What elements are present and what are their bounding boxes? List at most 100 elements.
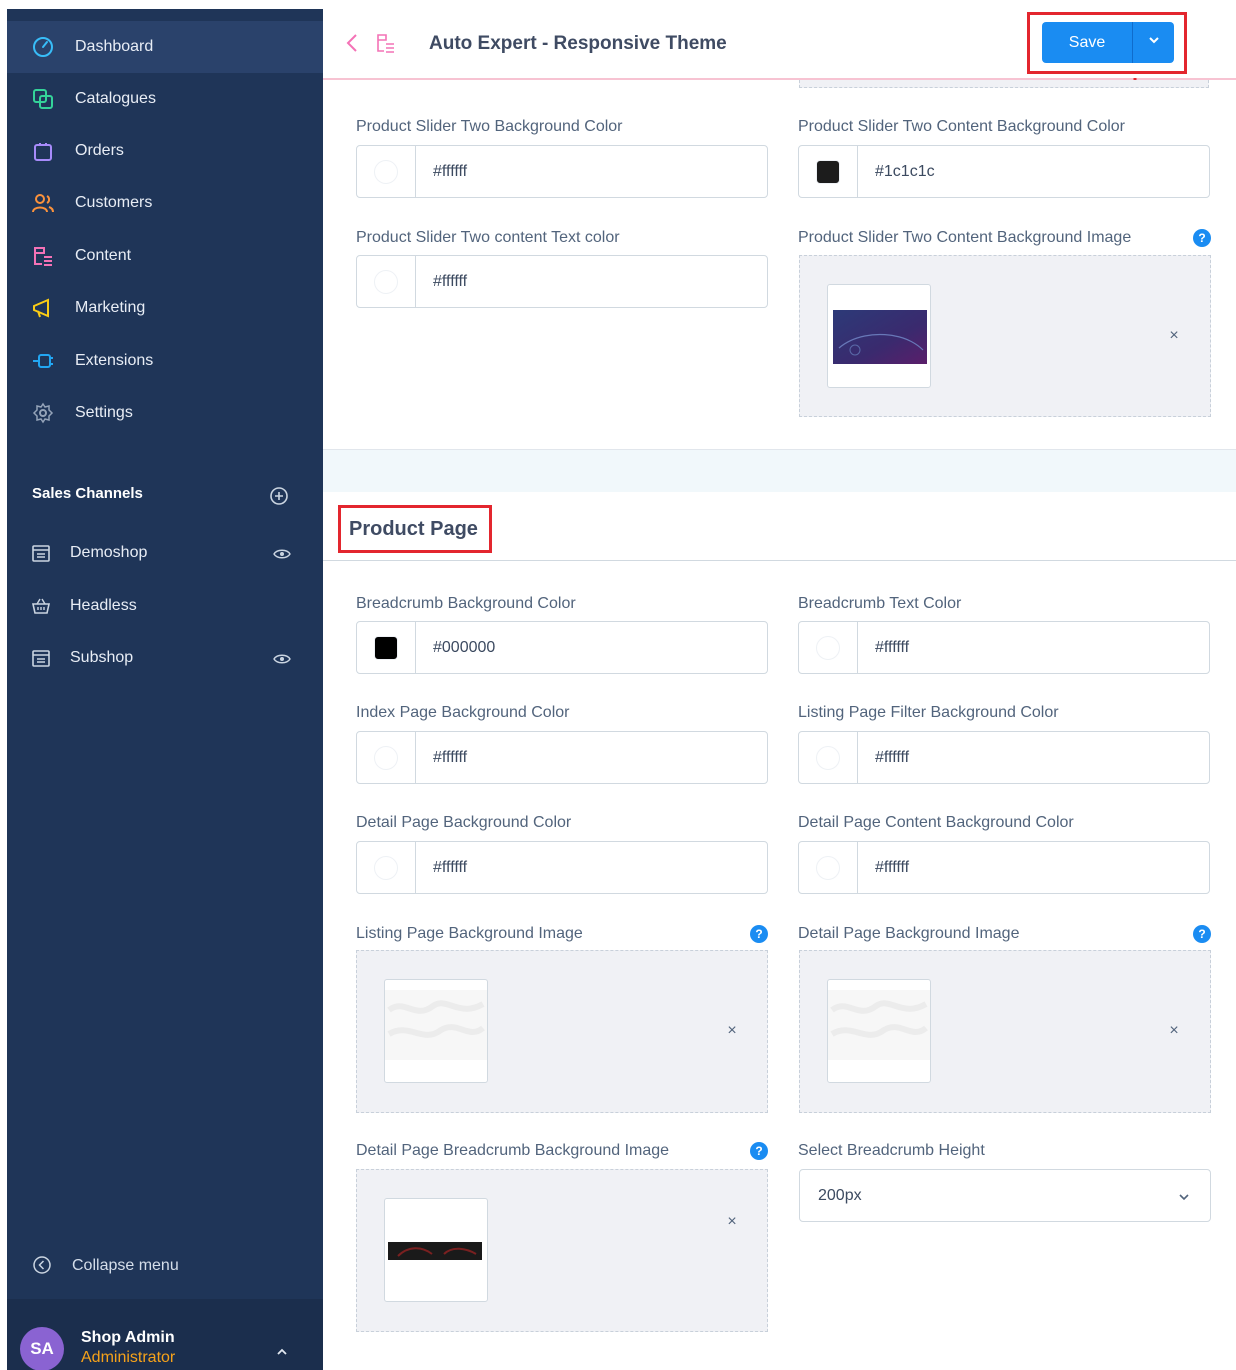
sidebar-item-label: Content: [75, 247, 132, 264]
save-button[interactable]: Save: [1042, 22, 1132, 63]
sales-channel-demoshop[interactable]: Demoshop: [7, 529, 323, 579]
eye-icon[interactable]: [273, 651, 291, 667]
sidebar-item-dashboard[interactable]: Dashboard: [7, 21, 323, 73]
media-upload-detail-breadcrumb[interactable]: ×: [356, 1169, 768, 1332]
extensions-icon: [31, 349, 55, 373]
sidebar-item-catalogues[interactable]: Catalogues: [7, 73, 323, 125]
remove-image-icon[interactable]: ×: [1166, 1022, 1182, 1039]
back-arrow-icon[interactable]: [345, 33, 359, 53]
settings-icon: [31, 401, 55, 425]
user-menu[interactable]: SA Shop Admin Administrator: [7, 1299, 323, 1370]
color-field-detail-content-bg[interactable]: #ffffff: [798, 841, 1210, 894]
sidebar-item-settings[interactable]: Settings: [7, 387, 323, 439]
catalogues-icon: [31, 87, 55, 111]
page-title: Auto Expert - Responsive Theme: [429, 33, 727, 54]
remove-image-icon[interactable]: ×: [724, 1213, 740, 1230]
chevron-down-icon: [1147, 33, 1161, 52]
sidebar-item-extensions[interactable]: Extensions: [7, 335, 323, 387]
color-swatch-button[interactable]: [799, 146, 858, 197]
divider: [323, 560, 1236, 561]
orders-icon: [31, 139, 55, 163]
media-upload-slider-bg[interactable]: ×: [799, 255, 1211, 417]
color-value: #ffffff: [875, 859, 910, 876]
media-upload-listing-bg[interactable]: ×: [356, 950, 768, 1113]
color-swatch: [816, 635, 840, 660]
field-label: Detail Page Content Background Color: [798, 814, 1074, 831]
color-field-breadcrumb-text[interactable]: #ffffff: [798, 621, 1210, 674]
remove-image-icon[interactable]: ×: [1166, 327, 1182, 344]
color-swatch-button[interactable]: [799, 842, 858, 893]
color-swatch: [374, 159, 398, 184]
help-icon[interactable]: ?: [1193, 925, 1211, 943]
color-field-slider-text[interactable]: #ffffff: [356, 255, 768, 308]
sidebar-item-label: Customers: [75, 194, 153, 211]
collapse-menu-label: Collapse menu: [72, 1257, 179, 1274]
field-label: Breadcrumb Text Color: [798, 595, 962, 612]
color-swatch: [374, 745, 398, 770]
dashboard-icon: [31, 35, 55, 59]
field-label: Detail Page Breadcrumb Background Image: [356, 1142, 670, 1159]
color-value: #ffffff: [433, 859, 468, 876]
sidebar-item-content[interactable]: Content: [7, 230, 323, 282]
color-swatch-button[interactable]: [357, 256, 416, 307]
color-swatch: [374, 269, 398, 294]
color-swatch-button[interactable]: [357, 622, 416, 673]
field-label: Product Slider Two Content Background Im…: [798, 229, 1132, 246]
color-field-detail-bg[interactable]: #ffffff: [356, 841, 768, 894]
field-label: Product Slider Two Background Color: [356, 118, 623, 135]
color-swatch: [816, 159, 840, 184]
sales-channel-label: Subshop: [70, 649, 134, 666]
remove-image-icon[interactable]: ×: [724, 1022, 740, 1039]
sales-channels-title: Sales Channels: [32, 485, 143, 502]
app-root: Dashboard Catalogues Orders Customers Co…: [0, 0, 1236, 1370]
sidebar-item-customers[interactable]: Customers: [7, 177, 323, 229]
image-thumbnail: [384, 979, 488, 1083]
color-swatch-button[interactable]: [357, 842, 416, 893]
save-options-button[interactable]: [1132, 22, 1174, 63]
color-swatch-button[interactable]: [799, 732, 858, 783]
field-label: Detail Page Background Image: [798, 925, 1020, 942]
color-field-slider-content-bg[interactable]: #1c1c1c: [798, 145, 1210, 198]
image-thumbnail: [827, 284, 931, 388]
add-sales-channel-icon[interactable]: [269, 486, 289, 506]
field-label: Listing Page Filter Background Color: [798, 704, 1059, 721]
color-swatch-button[interactable]: [357, 146, 416, 197]
customers-icon: [31, 191, 55, 215]
sidebar-item-label: Dashboard: [75, 38, 154, 55]
chevron-up-icon: [275, 1345, 289, 1359]
color-swatch-button[interactable]: [357, 732, 416, 783]
card-gap: [323, 450, 1236, 492]
color-field-slider-bg[interactable]: #ffffff: [356, 145, 768, 198]
sidebar-item-label: Settings: [75, 404, 133, 421]
help-icon[interactable]: ?: [750, 925, 768, 943]
eye-icon[interactable]: [273, 546, 291, 562]
sidebar-item-orders[interactable]: Orders: [7, 125, 323, 177]
help-icon[interactable]: ?: [750, 1142, 768, 1160]
sales-channel-headless[interactable]: Headless: [7, 582, 323, 632]
color-field-breadcrumb-bg[interactable]: #000000: [356, 621, 768, 674]
user-name: Shop Admin: [81, 1329, 175, 1346]
color-swatch: [374, 855, 398, 880]
main-content: Product Slider Two Background Color #fff…: [323, 80, 1236, 1370]
media-box-remnant: [799, 80, 1209, 88]
color-swatch-button[interactable]: [799, 622, 858, 673]
color-field-listing-filter-bg[interactable]: #ffffff: [798, 731, 1210, 784]
banner-image: [388, 1242, 482, 1260]
color-value: #1c1c1c: [875, 163, 935, 180]
slider-settings-card: Product Slider Two Background Color #fff…: [323, 80, 1236, 450]
sidebar-item-label: Catalogues: [75, 90, 156, 107]
breadcrumb-height-select[interactable]: 200px: [799, 1169, 1211, 1222]
basket-icon: [31, 596, 51, 616]
sales-channel-label: Demoshop: [70, 544, 148, 561]
collapse-icon: [32, 1255, 52, 1275]
collapse-menu-button[interactable]: Collapse menu: [7, 1249, 323, 1283]
sidebar-item-marketing[interactable]: Marketing: [7, 282, 323, 334]
sales-channel-subshop[interactable]: Subshop: [7, 634, 323, 684]
sidebar-item-label: Orders: [75, 142, 124, 159]
field-label: Product Slider Two content Text color: [356, 229, 620, 246]
section-title-highlight-box: [338, 505, 492, 553]
media-upload-detail-bg[interactable]: ×: [799, 950, 1211, 1113]
color-swatch: [816, 855, 840, 880]
help-icon[interactable]: ?: [1193, 229, 1211, 247]
color-field-index-bg[interactable]: #ffffff: [356, 731, 768, 784]
